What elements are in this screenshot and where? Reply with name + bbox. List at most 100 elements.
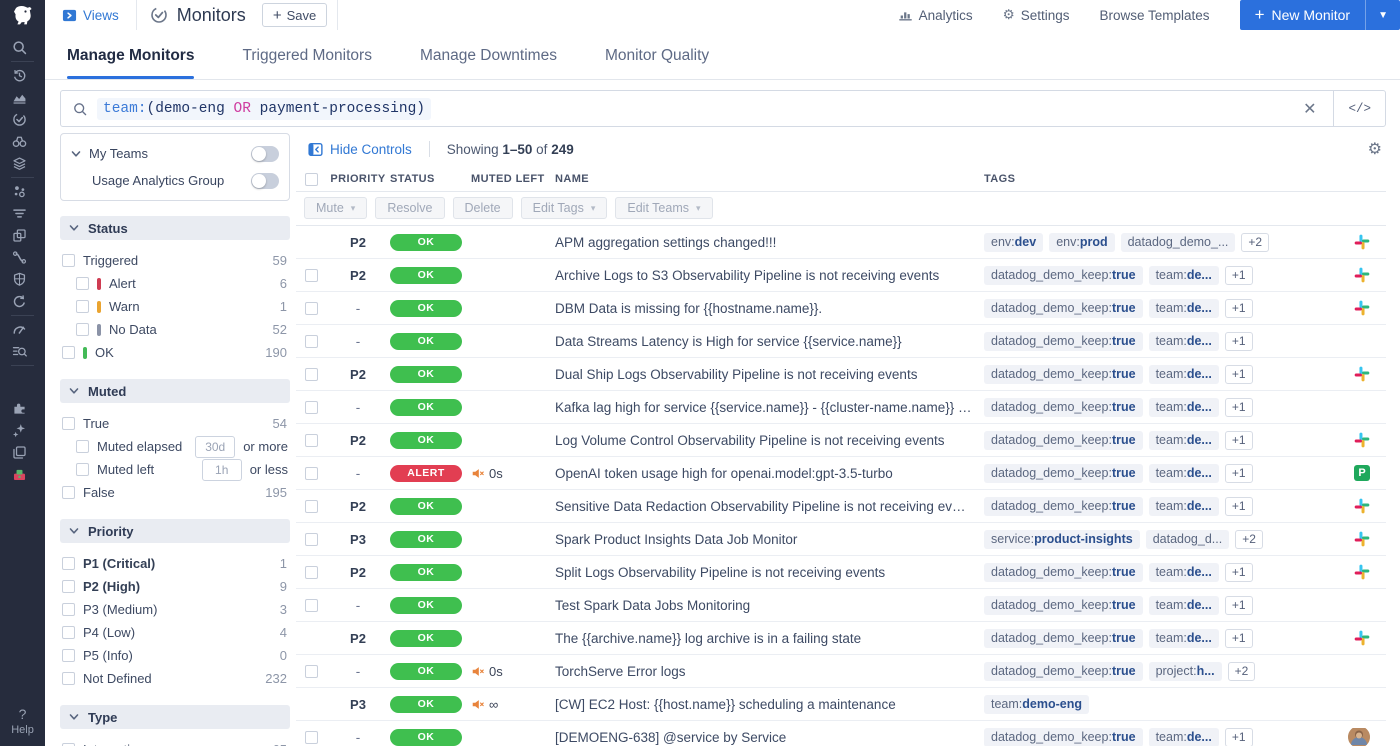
more-tags-badge[interactable]: +1	[1224, 496, 1253, 516]
row-checkbox[interactable]	[305, 367, 318, 381]
facet-item-muted-elapsed[interactable]: Muted elapsed or more	[60, 435, 290, 458]
hide-controls-button[interactable]: Hide Controls	[308, 142, 412, 157]
more-tags-badge[interactable]: +1	[1224, 298, 1253, 318]
facet-item-warn[interactable]: Warn 1	[60, 295, 290, 318]
more-tags-badge[interactable]: +1	[1224, 727, 1253, 746]
facet-checkbox[interactable]	[62, 603, 75, 616]
code-view-button[interactable]: </>	[1334, 91, 1385, 126]
row-checkbox[interactable]	[305, 433, 318, 447]
tag-pill[interactable]: datadog_d...	[1145, 529, 1230, 549]
tag-pill[interactable]: datadog_demo_keep:true	[984, 628, 1143, 648]
tag-pill[interactable]: env:prod	[1049, 232, 1115, 252]
facet-checkbox[interactable]	[62, 254, 75, 267]
facet-checkbox[interactable]	[62, 486, 75, 499]
tag-pill[interactable]: datadog_demo_keep:true	[984, 397, 1143, 417]
status-badge[interactable]: ALERT	[390, 464, 462, 482]
table-settings-button[interactable]: ⚙	[1368, 139, 1382, 159]
tag-pill[interactable]: datadog_demo_keep:true	[984, 298, 1143, 318]
facet-item-integration[interactable]: Integration 65	[60, 738, 290, 746]
monitor-name-link[interactable]: Split Logs Observability Pipeline is not…	[555, 565, 984, 580]
status-badge[interactable]: OK	[390, 695, 462, 713]
more-tags-badge[interactable]: +1	[1224, 364, 1253, 384]
more-tags-badge[interactable]: +1	[1224, 628, 1253, 648]
logs-icon[interactable]	[11, 155, 28, 172]
monitor-name-link[interactable]: The {{archive.name}} log archive is in a…	[555, 631, 984, 646]
facet-item-false[interactable]: False 195	[60, 481, 290, 504]
row-checkbox[interactable]	[305, 499, 318, 513]
status-badge[interactable]: OK	[390, 299, 462, 317]
facet-item-not-defined[interactable]: Not Defined 232	[60, 667, 290, 690]
tag-pill[interactable]: datadog_demo_keep:true	[984, 331, 1143, 351]
avatar-icon[interactable]	[1348, 727, 1370, 746]
facet-item-p2-high-[interactable]: P2 (High) 9	[60, 575, 290, 598]
status-badge[interactable]: OK	[390, 530, 462, 548]
browse-templates-button[interactable]: Browse Templates	[1100, 8, 1210, 23]
more-tags-badge[interactable]: +2	[1235, 529, 1263, 549]
tag-pill[interactable]: team:de...	[1148, 364, 1219, 384]
status-badge[interactable]: OK	[390, 431, 462, 449]
tag-pill[interactable]: env:dev	[984, 232, 1044, 252]
row-checkbox[interactable]	[305, 400, 318, 414]
tab-manage-downtimes[interactable]: Manage Downtimes	[420, 47, 557, 79]
tab-monitor-quality[interactable]: Monitor Quality	[605, 47, 709, 79]
status-badge[interactable]: OK	[390, 497, 462, 515]
status-badge[interactable]: OK	[390, 662, 462, 680]
select-all-checkbox[interactable]	[305, 172, 318, 186]
datadog-logo[interactable]	[0, 0, 45, 34]
facet-duration-input[interactable]	[201, 458, 242, 481]
facet-checkbox[interactable]	[62, 346, 75, 359]
tag-pill[interactable]: team:de...	[1148, 397, 1219, 417]
tag-pill[interactable]: datadog_demo_keep:true	[984, 463, 1143, 483]
more-tags-badge[interactable]: +1	[1224, 331, 1253, 351]
tag-pill[interactable]: datadog_demo_keep:true	[984, 727, 1143, 746]
facet-duration-input[interactable]	[195, 435, 236, 458]
facet-section-header-type[interactable]: Type	[60, 705, 290, 729]
status-badge[interactable]: OK	[390, 728, 462, 746]
monitors-icon[interactable]	[11, 111, 28, 128]
facet-item-ok[interactable]: OK 190	[60, 341, 290, 364]
tag-pill[interactable]: team:de...	[1148, 595, 1219, 615]
facet-section-header-muted[interactable]: Muted	[60, 379, 290, 403]
tag-pill[interactable]: team:de...	[1148, 727, 1219, 746]
history-icon[interactable]	[11, 67, 28, 84]
workflows-icon[interactable]	[11, 444, 28, 461]
save-button[interactable]: + Save	[261, 3, 328, 27]
integrations-icon[interactable]	[11, 400, 28, 417]
slack-icon[interactable]	[1354, 498, 1370, 514]
slack-icon[interactable]	[1354, 300, 1370, 316]
facet-section-header-status[interactable]: Status	[60, 216, 290, 240]
more-tags-badge[interactable]: +1	[1224, 463, 1253, 483]
slack-icon[interactable]	[1354, 234, 1370, 250]
edit-tags-button[interactable]: Edit Tags ▾	[520, 197, 608, 219]
tag-pill[interactable]: project:h...	[1148, 661, 1222, 681]
monitor-name-link[interactable]: Spark Product Insights Data Job Monitor	[555, 532, 984, 547]
facet-item-triggered[interactable]: Triggered 59	[60, 249, 290, 272]
status-badge[interactable]: OK	[390, 563, 462, 581]
tag-pill[interactable]: team:de...	[1148, 463, 1219, 483]
teams-toggle[interactable]	[251, 172, 279, 189]
facet-item-p4-low-[interactable]: P4 (Low) 4	[60, 621, 290, 644]
status-badge[interactable]: OK	[390, 332, 462, 350]
tag-pill[interactable]: datadog_demo_keep:true	[984, 364, 1143, 384]
new-monitor-dropdown-button[interactable]: ▼	[1365, 0, 1400, 30]
monitor-name-link[interactable]: Test Spark Data Jobs Monitoring	[555, 598, 984, 613]
tag-pill[interactable]: datadog_demo_keep:true	[984, 562, 1143, 582]
facet-item-alert[interactable]: Alert 6	[60, 272, 290, 295]
mute-button[interactable]: Mute ▾	[304, 197, 368, 219]
sparkles-icon[interactable]	[11, 422, 28, 439]
tab-manage-monitors[interactable]: Manage Monitors	[67, 47, 195, 79]
more-tags-badge[interactable]: +1	[1224, 562, 1253, 582]
tag-pill[interactable]: team:de...	[1148, 562, 1219, 582]
tag-pill[interactable]: team:de...	[1148, 628, 1219, 648]
status-badge[interactable]: OK	[390, 233, 462, 251]
tag-pill[interactable]: team:de...	[1148, 265, 1219, 285]
delete-button[interactable]: Delete	[452, 197, 513, 219]
search-query-input[interactable]: team:(demo-eng OR payment-processing)	[97, 97, 431, 120]
monitor-name-link[interactable]: Data Streams Latency is High for service…	[555, 334, 984, 349]
slack-icon[interactable]	[1354, 630, 1370, 646]
performance-icon[interactable]	[11, 321, 28, 338]
row-checkbox[interactable]	[305, 268, 318, 282]
tag-pill[interactable]: datadog_demo_keep:true	[984, 595, 1143, 615]
status-badge[interactable]: OK	[390, 398, 462, 416]
facet-checkbox[interactable]	[62, 672, 75, 685]
